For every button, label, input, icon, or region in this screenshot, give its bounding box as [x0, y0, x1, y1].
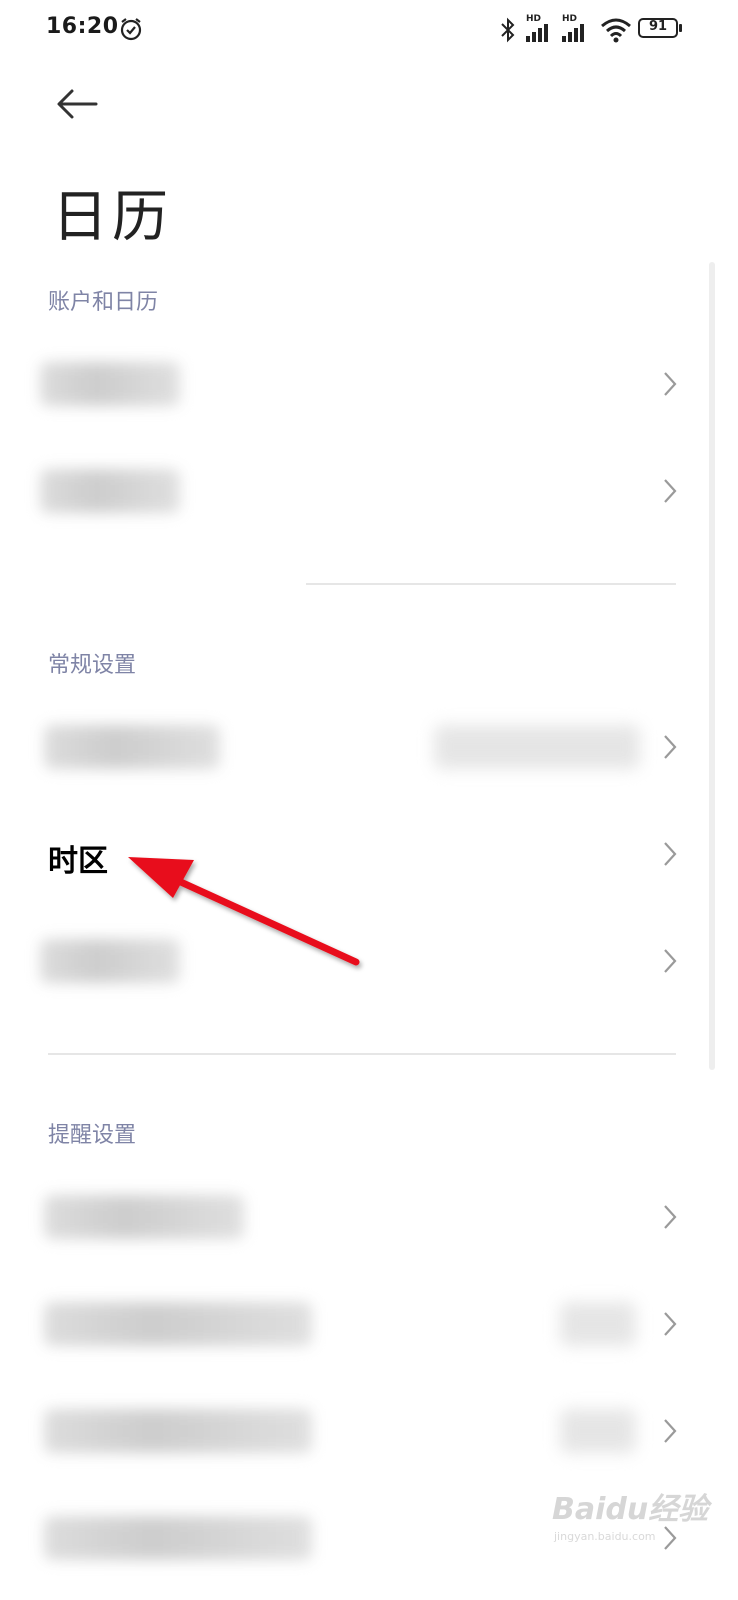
- battery-icon: 91: [638, 18, 682, 40]
- blurred-value: [434, 725, 640, 769]
- signal-icon-2: HD: [562, 14, 592, 44]
- blurred-content: [44, 725, 220, 769]
- list-item-timezone[interactable]: 时区: [0, 800, 738, 908]
- blurred-content: [40, 939, 180, 983]
- section-header-accounts: 账户和日历: [48, 290, 159, 315]
- blurred-content: [44, 1302, 312, 1346]
- list-item-account-2[interactable]: [0, 437, 738, 545]
- blurred-content: [40, 469, 180, 513]
- list-item-general-1[interactable]: [0, 693, 738, 801]
- divider: [306, 583, 676, 585]
- list-item-general-3[interactable]: [0, 907, 738, 1015]
- chevron-right-icon: [664, 479, 677, 503]
- blurred-content: [44, 1195, 244, 1239]
- alarm-clock-icon: [120, 18, 142, 41]
- status-time: 16:20: [46, 14, 119, 39]
- divider: [48, 1053, 676, 1055]
- chevron-right-icon: [664, 1526, 677, 1550]
- list-item-reminder-1[interactable]: [0, 1163, 738, 1271]
- blurred-content: [44, 1409, 312, 1453]
- blurred-content: [40, 362, 180, 406]
- chevron-right-icon: [664, 949, 677, 973]
- chevron-right-icon: [664, 842, 677, 866]
- list-item-account-1[interactable]: [0, 330, 738, 438]
- blurred-value: [560, 1409, 636, 1453]
- blurred-content: [44, 1516, 312, 1560]
- chevron-right-icon: [664, 1312, 677, 1336]
- battery-level: 91: [648, 19, 668, 34]
- watermark-logo: Baidu经验: [552, 1492, 709, 1527]
- list-item-reminder-3[interactable]: [0, 1377, 738, 1485]
- page-title: 日历: [52, 185, 172, 250]
- chevron-right-icon: [664, 1419, 677, 1443]
- arrow-left-icon[interactable]: [54, 86, 100, 122]
- watermark-url: jingyan.baidu.com: [554, 1530, 656, 1543]
- bluetooth-icon: [501, 17, 515, 43]
- timezone-label: 时区: [48, 844, 108, 879]
- wifi-icon: [601, 18, 631, 43]
- section-header-reminders: 提醒设置: [48, 1123, 137, 1148]
- section-header-general: 常规设置: [48, 653, 137, 678]
- signal-icon-1: HD: [526, 14, 556, 44]
- blurred-value: [560, 1302, 636, 1346]
- chevron-right-icon: [664, 735, 677, 759]
- list-item-reminder-2[interactable]: [0, 1270, 738, 1378]
- chevron-right-icon: [664, 372, 677, 396]
- chevron-right-icon: [664, 1205, 677, 1229]
